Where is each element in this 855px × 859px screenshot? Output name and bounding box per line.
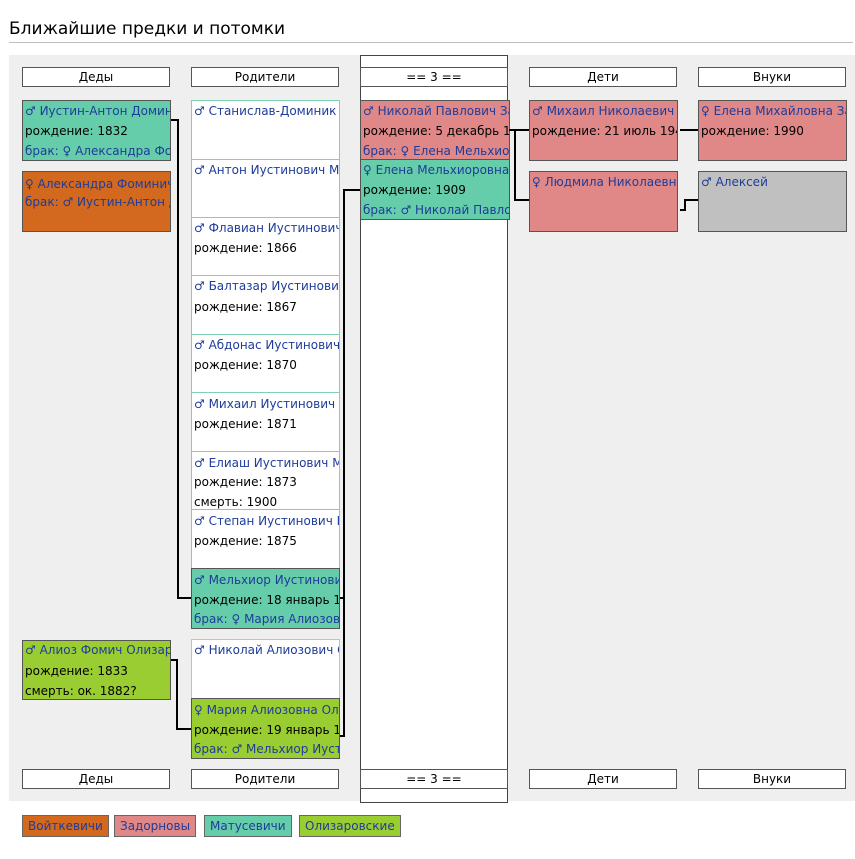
person-card-parent[interactable]: ♂ Флавиан Иустинович рождение: 1866 <box>191 217 340 276</box>
legend-item-zadornovy[interactable]: Задорновы <box>114 815 197 837</box>
birth-info: рождение: 1866 <box>194 241 297 255</box>
birth-info: рождение: 1873 <box>194 475 297 489</box>
death-info: смерть: ок. 1882? <box>25 684 137 698</box>
marriage-link[interactable]: брак: ♀ Мария Алиозовн <box>194 612 339 626</box>
person-card-grandchild[interactable]: ♀ Елена Михайловна За рождение: 1990 <box>698 100 847 161</box>
title-divider <box>9 42 853 43</box>
legend-item-olizarovskie[interactable]: Олизаровские <box>299 815 401 837</box>
person-name-link[interactable]: ♂ Михаил Иустинович М <box>194 397 339 411</box>
person-name-link[interactable]: ♂ Балтазар Иустинович <box>194 279 339 293</box>
person-card-spouse[interactable]: ♀ Елена Мельхиоровна рождение: 1909 брак… <box>360 159 510 220</box>
person-card-grandchild[interactable]: ♂ Алексей <box>698 171 847 232</box>
person-name-link[interactable]: ♀ Александра Фоминич <box>25 177 170 191</box>
person-name-link[interactable]: ♀ Елена Мельхиоровна <box>363 163 509 177</box>
person-name-link[interactable]: ♂ Елиаш Иустинович М <box>194 456 339 470</box>
person-name-link[interactable]: ♂ Алексей <box>701 175 768 189</box>
marriage-link[interactable]: брак: ♂ Николай Павлов <box>363 203 509 217</box>
header-children-bottom: Дети <box>529 769 677 789</box>
person-name-link[interactable]: ♂ Флавиан Иустинович <box>194 221 339 235</box>
birth-info: рождение: 1833 <box>25 664 128 678</box>
birth-info: рождение: 1871 <box>194 417 297 431</box>
person-card-grandparent[interactable]: ♀ Александра Фоминич брак: ♂ Иустин-Анто… <box>22 171 171 232</box>
marriage-link[interactable]: брак: ♀ Александра Фом <box>25 144 170 158</box>
person-card-parent[interactable]: ♂ Николай Алиозович О <box>191 639 340 699</box>
person-card-grandparent[interactable]: ♂ Иустин-Антон Доминик рождение: 1832 бр… <box>22 100 171 161</box>
marriage-link[interactable]: брак: ♂ Иустин-Антон Д <box>25 195 170 209</box>
legend-item-voitkevichi[interactable]: Войткевичи <box>22 815 109 837</box>
person-card-parent[interactable]: ♂ Михаил Иустинович М рождение: 1871 <box>191 392 340 452</box>
person-card-self[interactable]: ♂ Николай Павлович За рождение: 5 декабр… <box>360 100 510 160</box>
birth-info: рождение: 1990 <box>701 124 804 138</box>
person-name-link[interactable]: ♂ Мельхиор Иустинович <box>194 573 339 587</box>
death-info: смерть: 1900 <box>194 495 278 509</box>
person-card-grandparent[interactable]: ♂ Алиоз Фомич Олизаро рождение: 1833 сме… <box>22 640 171 700</box>
birth-info: рождение: 1867 <box>194 300 297 314</box>
legend-item-matusevichi[interactable]: Матусевичи <box>204 815 292 837</box>
person-name-link[interactable]: ♂ Николай Алиозович О <box>194 643 339 657</box>
person-name-link[interactable]: ♂ Станислав-Доминик И <box>194 104 339 118</box>
person-card-parent[interactable]: ♂ Елиаш Иустинович М рождение: 1873 смер… <box>191 451 340 510</box>
person-name-link[interactable]: ♀ Мария Алиозовна Оли <box>194 703 339 717</box>
header-generation-top: == 3 == <box>360 67 508 87</box>
header-grandparents-bottom: Деды <box>22 769 170 789</box>
birth-info: рождение: 21 июль 1948 <box>532 124 678 138</box>
person-card-parent[interactable]: ♂ Антон Иустинович Ма <box>191 159 340 218</box>
person-name-link[interactable]: ♂ Николай Павлович За <box>363 104 509 118</box>
person-card-parent[interactable]: ♂ Степан Иустинович М рождение: 1875 <box>191 509 340 569</box>
header-generation-bottom: == 3 == <box>360 769 508 789</box>
person-card-parent[interactable]: ♀ Мария Алиозовна Оли рождение: 19 январ… <box>191 698 340 759</box>
birth-info: рождение: 19 январь 18 <box>194 723 340 737</box>
person-name-link[interactable]: ♀ Елена Михайловна За <box>701 104 846 118</box>
person-name-link[interactable]: ♂ Михаил Николаевич З <box>532 104 677 118</box>
person-card-child[interactable]: ♂ Михаил Николаевич З рождение: 21 июль … <box>529 100 678 161</box>
header-grandparents-top: Деды <box>22 67 170 87</box>
person-name-link[interactable]: ♂ Степан Иустинович М <box>194 514 339 528</box>
header-grandchildren-bottom: Внуки <box>698 769 846 789</box>
person-name-link[interactable]: ♂ Иустин-Антон Доминик <box>25 104 170 118</box>
person-name-link[interactable]: ♂ Абдонас Иустинович <box>194 338 339 352</box>
page-title: Ближайшие предки и потомки <box>9 19 286 39</box>
header-grandchildren-top: Внуки <box>698 67 846 87</box>
birth-info: рождение: 5 декабрь 19 <box>363 124 510 138</box>
header-parents-top: Родители <box>191 67 339 87</box>
birth-info: рождение: 1832 <box>25 124 128 138</box>
birth-info: рождение: 1875 <box>194 534 297 548</box>
birth-info: рождение: 1909 <box>363 183 466 197</box>
person-card-parent[interactable]: ♂ Станислав-Доминик И <box>191 100 340 160</box>
person-card-parent[interactable]: ♂ Балтазар Иустинович рождение: 1867 <box>191 275 340 335</box>
person-card-parent[interactable]: ♂ Мельхиор Иустинович рождение: 18 январ… <box>191 568 340 629</box>
person-name-link[interactable]: ♂ Алиоз Фомич Олизаро <box>25 643 170 657</box>
marriage-link[interactable]: брак: ♀ Елена Мельхио <box>363 144 509 158</box>
header-parents-bottom: Родители <box>191 769 339 789</box>
header-children-top: Дети <box>529 67 677 87</box>
birth-info: рождение: 18 январь 18 <box>194 593 340 607</box>
person-card-child[interactable]: ♀ Людмила Николаевна <box>529 171 678 232</box>
person-card-parent[interactable]: ♂ Абдонас Иустинович рождение: 1870 <box>191 334 340 393</box>
person-name-link[interactable]: ♂ Антон Иустинович Ма <box>194 163 339 177</box>
person-name-link[interactable]: ♀ Людмила Николаевна <box>532 175 677 189</box>
birth-info: рождение: 1870 <box>194 358 297 372</box>
marriage-link[interactable]: брак: ♂ Мельхиор Иуст <box>194 742 339 756</box>
